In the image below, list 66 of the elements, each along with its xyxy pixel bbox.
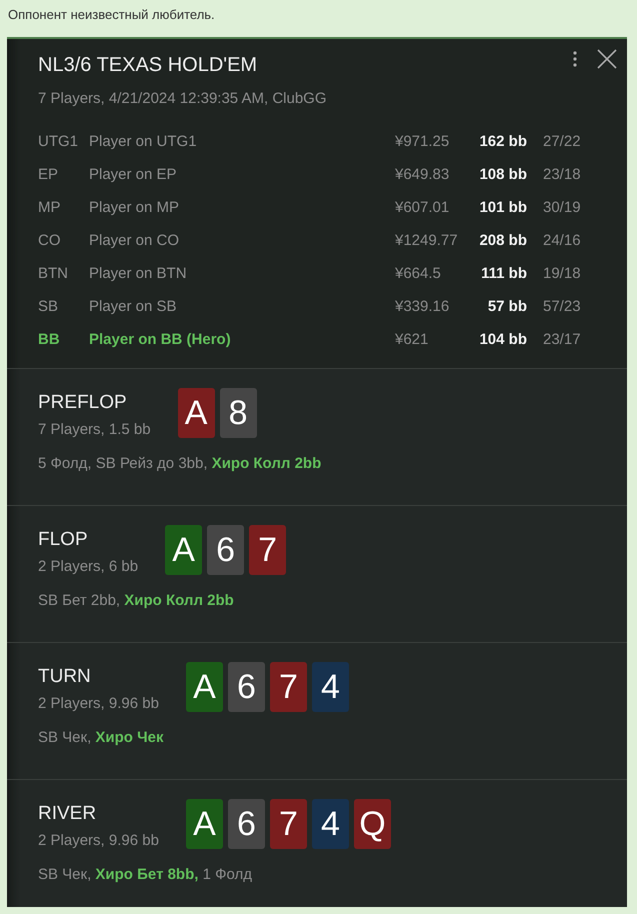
playing-card: A: [186, 662, 223, 712]
playing-card: A: [165, 525, 202, 575]
playing-card: 6: [228, 799, 265, 849]
hand-title: NL3/6 TEXAS HOLD'EM: [38, 53, 258, 78]
action-text: 5 Фолд, SB Рейз до 3bb, Хиро Колл 2bb: [38, 454, 322, 474]
close-icon[interactable]: [597, 49, 617, 69]
playing-card: 6: [207, 525, 244, 575]
playing-card: 7: [249, 525, 286, 575]
player-name: Player on EP: [89, 166, 177, 184]
playing-card: 4: [312, 662, 349, 712]
position-label: UTG1: [38, 132, 78, 150]
player-name: Player on SB: [89, 298, 177, 316]
player-name: Player on UTG1: [89, 132, 197, 150]
stack-amount: ¥664.5: [395, 264, 441, 282]
playing-card: 8: [220, 388, 257, 438]
action-text: SB Чек, Хиро Чек: [38, 728, 164, 748]
stack-amount: ¥339.16: [395, 298, 450, 316]
stack-bb: 57 bb: [488, 298, 527, 316]
stack-amount: ¥1249.77: [395, 232, 458, 250]
player-name: Player on CO: [89, 232, 180, 250]
street-name: TURN: [38, 665, 91, 689]
action-text: SB Чек, Хиро Бет 8bb, 1 Фолд: [38, 865, 252, 885]
position-label: MP: [38, 198, 60, 216]
playing-card: 6: [228, 662, 265, 712]
action-text: SB Бет 2bb, Хиро Колл 2bb: [38, 591, 234, 611]
player-name: Player on BTN: [89, 264, 187, 282]
street-info-text: 2 Players, 9.96 bb: [38, 831, 159, 851]
stack-bb: 208 bb: [479, 232, 527, 250]
street-name: FLOP: [38, 528, 88, 552]
playing-card: 7: [270, 662, 307, 712]
position-label: EP: [38, 166, 58, 184]
position-label: CO: [38, 232, 60, 250]
stack-bb: 108 bb: [479, 166, 527, 184]
player-stats: 23/18: [543, 166, 581, 184]
player-name: Player on MP: [89, 198, 180, 216]
player-stats: 57/23: [543, 298, 581, 316]
stack-bb: 162 bb: [479, 132, 527, 150]
playing-card: A: [186, 799, 223, 849]
playing-card: A: [178, 388, 215, 438]
stack-amount: ¥607.01: [395, 198, 450, 216]
street-name: RIVER: [38, 802, 96, 826]
street-name: PREFLOP: [38, 391, 127, 415]
note-text: Оппонент неизвестный любитель.: [8, 7, 215, 23]
stack-amount: ¥649.83: [395, 166, 450, 184]
stack-bb: 101 bb: [479, 198, 527, 216]
player-stats: 19/18: [543, 264, 581, 282]
playing-card: 4: [312, 799, 349, 849]
position-label: SB: [38, 298, 58, 316]
hand-info-text: 7 Players, 4/21/2024 12:39:35 AM, ClubGG: [38, 89, 327, 109]
player-name: Player on BB (Hero): [89, 330, 231, 348]
player-stats: 24/16: [543, 232, 581, 250]
street-info-text: 7 Players, 1.5 bb: [38, 420, 151, 440]
stack-bb: 104 bb: [479, 330, 527, 348]
player-stats: 27/22: [543, 132, 581, 150]
stack-amount: ¥971.25: [395, 132, 450, 150]
position-label: BB: [38, 330, 60, 348]
more-options-icon[interactable]: [573, 51, 577, 67]
position-label: BTN: [38, 264, 68, 282]
playing-card: Q: [354, 799, 391, 849]
street-info-text: 2 Players, 6 bb: [38, 557, 138, 577]
street-info-text: 2 Players, 9.96 bb: [38, 694, 159, 714]
player-stats: 23/17: [543, 330, 581, 348]
player-stats: 30/19: [543, 198, 581, 216]
playing-card: 7: [270, 799, 307, 849]
stack-amount: ¥621: [395, 330, 428, 348]
stack-bb: 111 bb: [481, 264, 527, 282]
